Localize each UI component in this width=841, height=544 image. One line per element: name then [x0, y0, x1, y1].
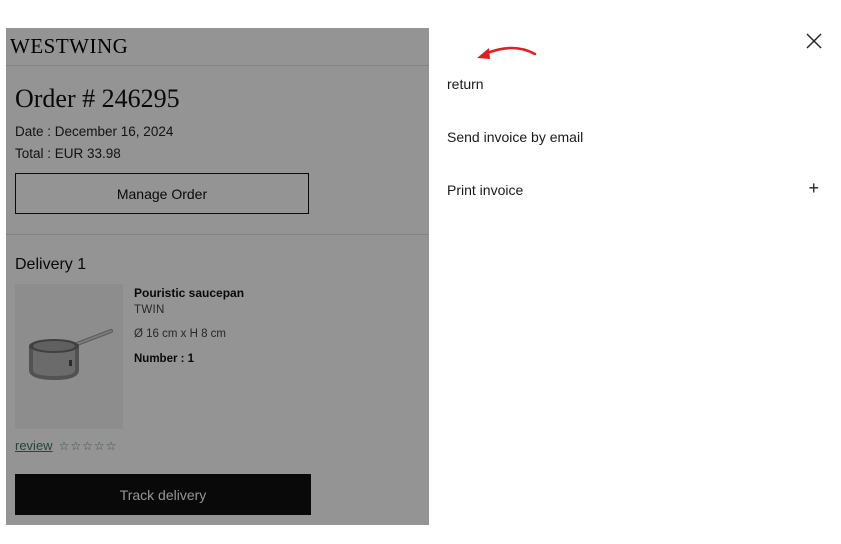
order-page: WESTWING Order # 246295 Date : December …	[6, 28, 429, 525]
header-divider	[6, 65, 429, 66]
product-image[interactable]	[15, 284, 123, 429]
review-link[interactable]: review	[15, 438, 53, 453]
order-total: Total : EUR 33.98	[15, 146, 121, 161]
order-actions-drawer: return Send invoice by email Print invoi…	[429, 0, 841, 544]
review-row: review ☆☆☆☆☆	[15, 438, 117, 453]
product-brand: TWIN	[134, 304, 165, 316]
product-quantity: Number : 1	[134, 353, 195, 365]
close-icon[interactable]	[805, 32, 823, 50]
manage-order-button[interactable]: Manage Order	[15, 173, 309, 214]
expand-plus-icon[interactable]: +	[808, 178, 819, 199]
rating-stars[interactable]: ☆☆☆☆☆	[59, 439, 118, 453]
section-divider	[6, 234, 429, 235]
track-delivery-button[interactable]: Track delivery	[15, 474, 311, 515]
delivery-title: Delivery 1	[15, 256, 87, 273]
page-title: Order # 246295	[15, 84, 180, 113]
order-date: Date : December 16, 2024	[15, 124, 174, 139]
product-name[interactable]: Pouristic saucepan	[134, 286, 244, 300]
saucepan-icon	[29, 329, 113, 380]
send-invoice-email-menu-item[interactable]: Send invoice by email	[447, 129, 583, 145]
annotation-arrow-icon	[477, 46, 537, 59]
product-dimensions: Ø 16 cm x H 8 cm	[134, 328, 227, 340]
print-invoice-menu-item[interactable]: Print invoice	[447, 182, 523, 198]
return-menu-item[interactable]: return	[447, 76, 484, 92]
brand-logo[interactable]: WESTWING	[10, 34, 128, 59]
